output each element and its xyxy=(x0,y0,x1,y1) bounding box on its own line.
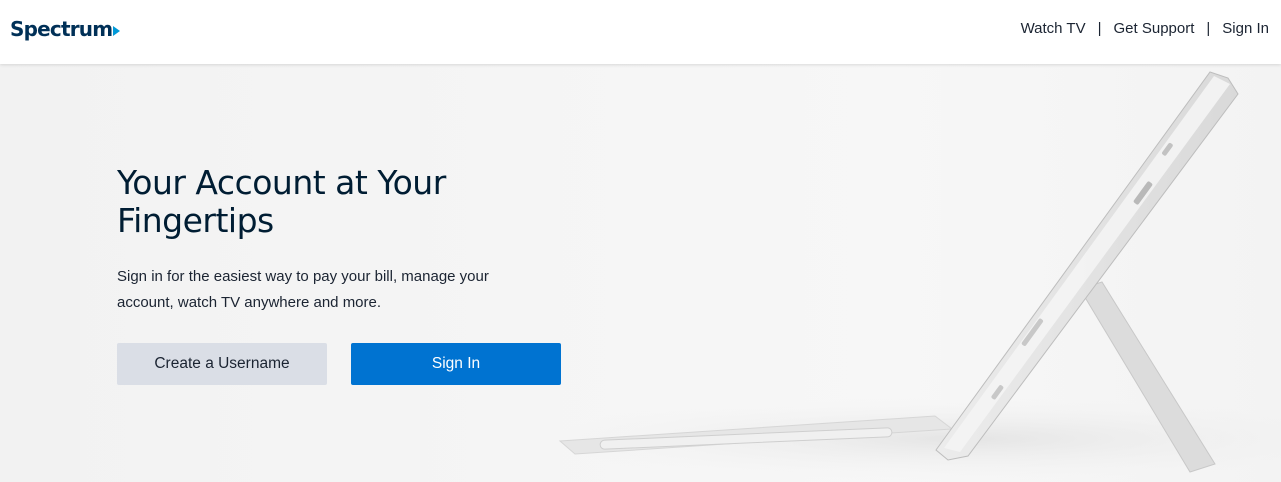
top-navigation: Watch TV | Get Support | Sign In xyxy=(1021,20,1269,37)
hero-section: Your Account at Your Fingertips Sign in … xyxy=(0,64,1281,482)
nav-sign-in-link[interactable]: Sign In xyxy=(1222,20,1269,37)
hero-description: Sign in for the easiest way to pay your … xyxy=(117,268,489,311)
nav-separator: | xyxy=(1206,20,1211,37)
nav-watch-tv-link[interactable]: Watch TV xyxy=(1021,20,1086,37)
logo-text: Spectrum xyxy=(10,17,113,41)
nav-get-support-link[interactable]: Get Support xyxy=(1114,20,1195,37)
logo-arrow-icon xyxy=(113,25,121,36)
sign-in-button[interactable]: Sign In xyxy=(351,343,561,385)
site-header: Spectrum Watch TV | Get Support | Sign I… xyxy=(0,0,1281,64)
spectrum-logo[interactable]: Spectrum xyxy=(10,17,121,41)
hero-title: Your Account at Your Fingertips xyxy=(117,163,446,240)
create-username-button[interactable]: Create a Username xyxy=(117,343,327,385)
nav-separator: | xyxy=(1097,20,1102,37)
